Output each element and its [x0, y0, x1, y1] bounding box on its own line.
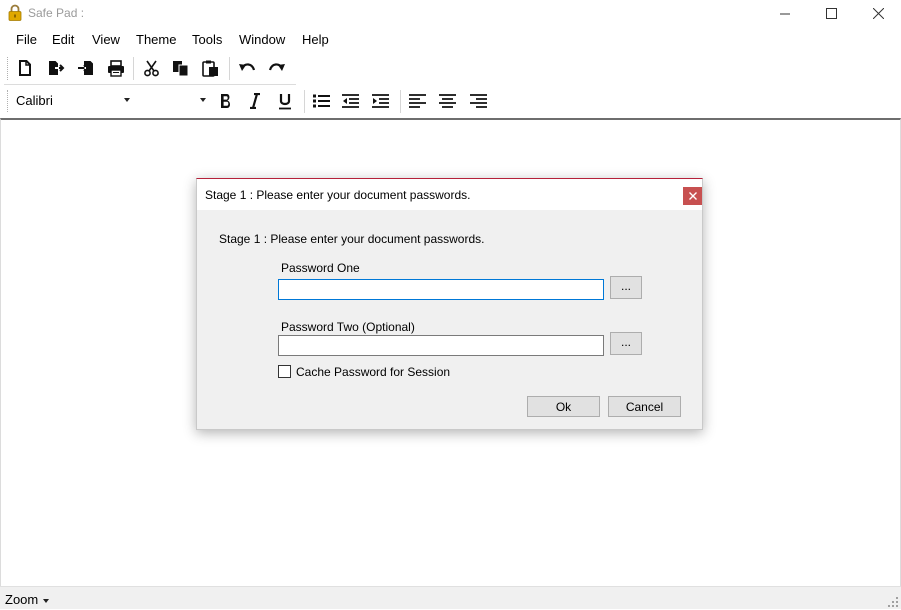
underline-button[interactable]: [273, 89, 297, 113]
toolbar-separator: [304, 90, 305, 113]
cache-password-checkbox[interactable]: [278, 365, 291, 378]
zoom-dropdown[interactable]: Zoom: [5, 592, 38, 607]
align-right-button[interactable]: [466, 89, 490, 113]
toolbar-separator: [229, 57, 230, 80]
maximize-button[interactable]: [808, 0, 854, 27]
toolbar-separator: [133, 57, 134, 80]
paste-icon: [201, 60, 218, 77]
align-left-button[interactable]: [405, 89, 429, 113]
close-button[interactable]: [855, 0, 901, 27]
font-size-combo[interactable]: [137, 88, 209, 112]
align-center-button[interactable]: [435, 89, 459, 113]
menu-bar: File Edit View Theme Tools Window Help: [0, 29, 901, 51]
indent-button[interactable]: [368, 89, 392, 113]
menu-theme[interactable]: Theme: [136, 32, 176, 47]
menu-file[interactable]: File: [16, 32, 37, 47]
toolbar-grip[interactable]: [7, 57, 10, 80]
dialog-title: Stage 1 : Please enter your document pas…: [205, 188, 471, 202]
indent-icon: [371, 94, 389, 108]
open-button[interactable]: [44, 56, 68, 80]
menu-help[interactable]: Help: [302, 32, 329, 47]
outdent-icon: [341, 94, 359, 108]
copy-button[interactable]: [168, 56, 192, 80]
italic-icon: [250, 93, 260, 109]
font-name-value: Calibri: [16, 93, 53, 108]
bullet-list-icon: [312, 94, 330, 108]
align-left-icon: [408, 94, 426, 108]
align-right-icon: [469, 94, 487, 108]
new-document-button[interactable]: [13, 56, 37, 80]
chevron-down-icon: [200, 98, 206, 102]
close-icon: [688, 192, 697, 200]
title-bar: Safe Pad :: [0, 0, 901, 27]
dialog-close-button[interactable]: [683, 187, 702, 205]
ok-button[interactable]: Ok: [527, 396, 600, 417]
cancel-button[interactable]: Cancel: [608, 396, 681, 417]
password-dialog: Stage 1 : Please enter your document pas…: [196, 178, 703, 430]
menu-tools[interactable]: Tools: [192, 32, 222, 47]
window-title: Safe Pad :: [28, 6, 85, 20]
bold-button[interactable]: [214, 89, 238, 113]
cut-button[interactable]: [139, 56, 163, 80]
padlock-icon: [8, 4, 22, 21]
resize-grip-icon[interactable]: [888, 596, 898, 607]
menu-view[interactable]: View: [92, 32, 120, 47]
dialog-title-bar: Stage 1 : Please enter your document pas…: [197, 179, 702, 210]
cache-password-label[interactable]: Cache Password for Session: [296, 365, 450, 379]
minimize-button[interactable]: [762, 0, 808, 27]
new-document-icon: [19, 60, 31, 76]
maximize-icon: [825, 8, 837, 19]
copy-icon: [172, 60, 188, 76]
standard-toolbar: [4, 53, 296, 84]
open-icon: [49, 61, 65, 75]
chevron-down-icon: [43, 599, 49, 603]
bold-icon: [221, 94, 230, 108]
status-bar: Zoom: [0, 586, 901, 609]
password-two-label: Password Two (Optional): [281, 320, 415, 334]
password-one-label: Password One: [281, 261, 360, 275]
redo-button[interactable]: [265, 56, 289, 80]
align-center-icon: [438, 94, 456, 108]
menu-window[interactable]: Window: [239, 32, 285, 47]
undo-icon: [239, 63, 256, 71]
toolbar-border: [4, 84, 296, 85]
toolbar-separator: [400, 90, 401, 113]
underline-icon: [279, 93, 291, 109]
chevron-down-icon: [124, 98, 130, 102]
undo-button[interactable]: [235, 56, 259, 80]
redo-icon: [268, 63, 285, 71]
menu-edit[interactable]: Edit: [52, 32, 74, 47]
font-name-combo[interactable]: Calibri: [13, 88, 133, 112]
password-one-browse-button[interactable]: ...: [610, 276, 642, 299]
save-button[interactable]: [74, 56, 98, 80]
password-two-field[interactable]: [278, 335, 604, 356]
bullet-list-button[interactable]: [309, 89, 333, 113]
dialog-heading: Stage 1 : Please enter your document pas…: [219, 232, 485, 246]
password-two-browse-button[interactable]: ...: [610, 332, 642, 355]
outdent-button[interactable]: [338, 89, 362, 113]
save-icon: [78, 61, 93, 75]
cut-icon: [143, 60, 159, 76]
italic-button[interactable]: [243, 89, 267, 113]
password-one-field[interactable]: [278, 279, 604, 300]
close-icon: [872, 8, 884, 19]
paste-button[interactable]: [198, 56, 222, 80]
print-button[interactable]: [104, 56, 128, 80]
toolbar-grip[interactable]: [7, 90, 10, 112]
minimize-icon: [779, 13, 790, 15]
print-icon: [108, 59, 124, 77]
